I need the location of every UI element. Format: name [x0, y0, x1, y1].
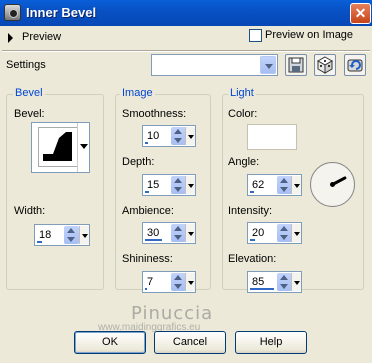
elevation-level-bar — [250, 288, 274, 290]
shininess-value[interactable]: 7 — [147, 276, 153, 288]
light-color-swatch[interactable] — [247, 124, 297, 150]
cancel-button[interactable]: Cancel — [154, 331, 226, 354]
width-spinbox[interactable]: 18 — [34, 224, 90, 246]
depth-label: Depth: — [122, 156, 155, 168]
angle-spinbox[interactable]: 62 — [247, 174, 302, 196]
width-value[interactable]: 18 — [39, 229, 51, 241]
elevation-label: Elevation: — [228, 253, 277, 265]
close-button[interactable]: ✕ — [350, 3, 371, 24]
randomize-button[interactable] — [314, 54, 336, 76]
expand-arrow-icon[interactable] — [8, 33, 13, 43]
save-icon — [288, 57, 304, 73]
settings-dropdown[interactable] — [151, 54, 278, 76]
shininess-label: Shininess: — [122, 253, 173, 265]
smoothness-value[interactable]: 10 — [147, 130, 159, 142]
smoothness-spinbox[interactable]: 10 — [142, 125, 196, 147]
width-spin-buttons[interactable] — [64, 226, 79, 244]
color-label: Color: — [228, 108, 258, 120]
bevel-label: Bevel: — [14, 108, 45, 120]
ambience-value[interactable]: 30 — [147, 227, 159, 239]
settings-label: Settings — [6, 59, 46, 71]
shininess-spin-buttons[interactable] — [171, 273, 186, 291]
elevation-dropdown-arrow-icon[interactable] — [291, 273, 301, 291]
angle-label: Angle: — [228, 156, 260, 168]
ambience-dropdown-arrow-icon[interactable] — [185, 224, 195, 242]
bevel-shape-picker[interactable] — [31, 122, 90, 173]
angle-spin-buttons[interactable] — [277, 176, 292, 194]
depth-dropdown-arrow-icon[interactable] — [185, 176, 195, 194]
shininess-dropdown-arrow-icon[interactable] — [185, 273, 195, 291]
width-dropdown-arrow-icon[interactable] — [79, 226, 89, 244]
angle-dial[interactable] — [309, 161, 356, 208]
preview-on-image-label[interactable]: Preview on Image — [265, 29, 353, 41]
intensity-label: Intensity: — [228, 205, 273, 217]
depth-level-bar — [145, 191, 149, 193]
shininess-level-bar — [145, 288, 147, 290]
smoothness-label: Smoothness: — [122, 108, 187, 120]
image-group-title: Image — [120, 87, 155, 99]
elevation-spin-buttons[interactable] — [277, 273, 292, 291]
window-title: Inner Bevel — [26, 5, 97, 20]
width-level-bar — [37, 241, 42, 243]
inner-bevel-dialog: Inner Bevel ✕ Preview Preview on Image S… — [0, 0, 372, 363]
angle-value[interactable]: 62 — [252, 179, 264, 191]
app-icon[interactable] — [4, 4, 21, 21]
preview-label[interactable]: Preview — [22, 31, 61, 43]
watermark-name: Pinuccia — [131, 303, 214, 324]
smoothness-dropdown-arrow-icon[interactable] — [185, 127, 195, 145]
ambience-spin-buttons[interactable] — [171, 224, 186, 242]
bevel-dropdown-arrow-icon[interactable] — [77, 123, 89, 172]
chevron-down-icon[interactable] — [260, 56, 276, 74]
depth-spinbox[interactable]: 15 — [142, 174, 196, 196]
preview-on-image-checkbox[interactable] — [249, 29, 262, 42]
ok-button[interactable]: OK — [74, 331, 146, 354]
bevel-shape-icon — [43, 132, 72, 161]
shininess-spinbox[interactable]: 7 — [142, 271, 196, 293]
dice-icon — [316, 56, 334, 74]
reset-button[interactable] — [344, 54, 366, 76]
separator — [2, 50, 370, 52]
bevel-shape-preview — [38, 127, 78, 167]
light-group-title: Light — [228, 87, 256, 99]
intensity-value[interactable]: 20 — [252, 227, 264, 239]
ambience-label: Ambience: — [122, 205, 174, 217]
intensity-level-bar — [250, 239, 255, 241]
ambience-spinbox[interactable]: 30 — [142, 222, 196, 244]
angle-level-bar — [250, 191, 254, 193]
elevation-spinbox[interactable]: 85 — [247, 271, 302, 293]
angle-dial-graphic — [310, 162, 355, 207]
help-button[interactable]: Help — [235, 331, 307, 354]
intensity-spinbox[interactable]: 20 — [247, 222, 302, 244]
angle-dropdown-arrow-icon[interactable] — [291, 176, 301, 194]
depth-spin-buttons[interactable] — [171, 176, 186, 194]
smoothness-spin-buttons[interactable] — [171, 127, 186, 145]
width-label: Width: — [14, 205, 46, 217]
elevation-value[interactable]: 85 — [252, 276, 264, 288]
title-bar[interactable]: Inner Bevel ✕ — [0, 0, 372, 26]
ambience-level-bar — [145, 239, 162, 241]
reset-icon — [347, 59, 363, 72]
bevel-group-title: Bevel — [13, 87, 45, 99]
intensity-dropdown-arrow-icon[interactable] — [291, 224, 301, 242]
save-preset-button[interactable] — [285, 54, 307, 76]
depth-value[interactable]: 15 — [147, 179, 159, 191]
smoothness-level-bar — [145, 142, 148, 144]
intensity-spin-buttons[interactable] — [277, 224, 292, 242]
